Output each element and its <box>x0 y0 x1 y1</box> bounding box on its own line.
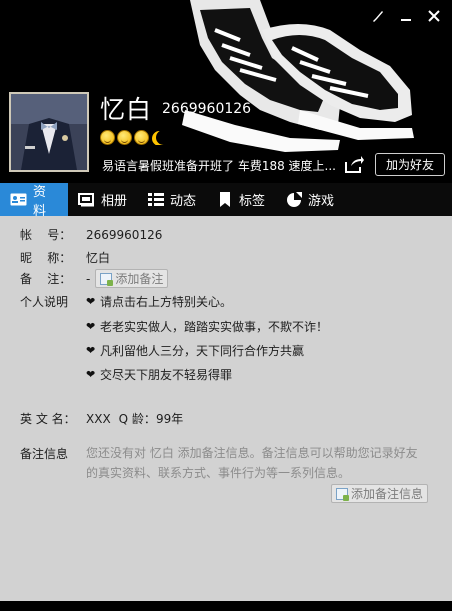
english-name-row: 英 文 名： XXX Q 龄： 99年 <box>20 410 183 427</box>
account-row: 帐 号： 2669960126 <box>20 226 162 243</box>
qage-label: Q 龄： <box>118 412 156 426</box>
english-name-value: XXX <box>86 411 111 426</box>
english-name-label: 英 文 名： <box>20 412 76 426</box>
avatar-image <box>11 94 87 170</box>
tab-label: 游戏 <box>308 194 335 209</box>
tab-profile[interactable]: 资料 <box>0 183 68 219</box>
level-icons[interactable] <box>100 130 167 145</box>
add-memo-button[interactable]: 添加备注信息 <box>331 484 429 503</box>
profile-tabs: 资料 相册 动态 标签 游戏 <box>0 183 452 219</box>
tab-games[interactable]: 游戏 <box>275 183 344 216</box>
feed-list-icon <box>147 192 164 207</box>
game-icon <box>285 192 302 207</box>
window-controls <box>364 6 448 26</box>
window-bottom-bar <box>0 601 452 611</box>
nickname-row: 昵 称： 忆白 <box>20 249 110 266</box>
heart-icon: ❤ <box>86 320 96 333</box>
tab-feed[interactable]: 动态 <box>137 183 206 216</box>
moon-icon <box>151 130 167 145</box>
nickname: 忆白 <box>100 95 153 124</box>
intro-text: 凡利留他人三分，天下同行合作方共赢 <box>100 344 305 358</box>
note-icon <box>336 487 349 501</box>
qage-value: 99年 <box>155 412 184 426</box>
note-icon <box>100 272 114 286</box>
heart-icon: ❤ <box>86 344 96 357</box>
intro-line: ❤ 交尽天下朋友不轻易得罪 <box>86 366 232 383</box>
sun-icon <box>134 130 149 145</box>
intro-line: ❤ 请点击右上方特别关心。 <box>86 293 232 310</box>
profile-content: 帐 号： 2669960126 昵 称： 忆白 备 注： - 添加备注 个人说明… <box>0 216 452 601</box>
memo-text: 您还没有对 忆白 添加备注信息。备注信息可以帮助您记录好友的真实资料、联系方式、… <box>86 446 418 480</box>
sun-icon <box>100 130 115 145</box>
heart-icon: ❤ <box>86 368 96 381</box>
heart-icon: ❤ <box>86 295 96 308</box>
memo-label-row: 备注信息 <box>20 445 86 462</box>
remark-row: 备 注： - 添加备注 <box>20 269 169 288</box>
avatar[interactable] <box>9 92 89 172</box>
share-icon[interactable] <box>343 154 365 174</box>
memo-label: 备注信息 <box>20 447 69 461</box>
sun-icon <box>117 130 132 145</box>
add-remark-button[interactable]: 添加备注 <box>95 269 169 288</box>
tab-label: 标签 <box>239 194 266 209</box>
remark-label: 备 注： <box>20 272 72 286</box>
intro-label: 个人说明 <box>20 295 69 309</box>
minimize-icon[interactable] <box>392 6 420 26</box>
intro-line: ❤ 老老实实做人，踏踏实实做事，不欺不诈！ <box>86 318 328 335</box>
intro-text: 交尽天下朋友不轻易得罪 <box>100 368 233 382</box>
intro-text: 请点击右上方特别关心。 <box>100 295 233 309</box>
intro-line: ❤ 凡利留他人三分，天下同行合作方共赢 <box>86 342 304 359</box>
add-remark-label: 添加备注 <box>115 272 164 286</box>
profile-header: 忆白 2669960126 易语言暑假班准备开班了 车费188 速度上... 加… <box>0 0 452 183</box>
signature-text[interactable]: 易语言暑假班准备开班了 车费188 速度上... <box>102 157 340 174</box>
nickname-value: 忆白 <box>86 251 111 265</box>
tab-album[interactable]: 相册 <box>68 183 137 216</box>
account-value: 2669960126 <box>86 227 163 242</box>
add-memo-label: 添加备注信息 <box>351 487 424 501</box>
intro-text: 老老实实做人，踏踏实实做事，不欺不诈！ <box>100 320 329 334</box>
tab-tags[interactable]: 标签 <box>206 183 275 216</box>
tab-label: 资料 <box>33 184 47 219</box>
qq-number: 2669960126 <box>162 101 252 117</box>
bookmark-icon <box>216 192 233 207</box>
intro-label-row: 个人说明 <box>20 293 86 310</box>
nickname-label: 昵 称： <box>20 251 72 265</box>
tab-label: 动态 <box>170 194 197 209</box>
tab-label: 相册 <box>101 194 128 209</box>
remark-value: - <box>86 271 91 286</box>
close-icon[interactable] <box>420 6 448 26</box>
profile-card-icon <box>10 192 27 207</box>
skin-icon[interactable] <box>364 6 392 26</box>
add-friend-button[interactable]: 加为好友 <box>375 153 445 176</box>
account-label: 帐 号： <box>20 228 72 242</box>
photo-album-icon <box>78 192 95 207</box>
